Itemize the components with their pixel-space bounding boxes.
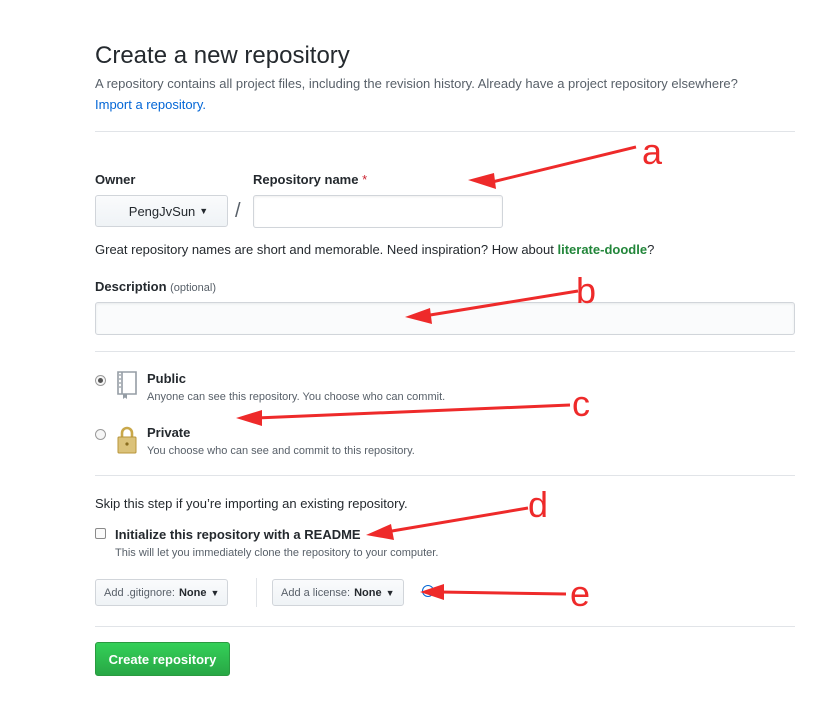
annotation-arrowhead-d xyxy=(366,524,394,540)
name-hint-text: Great repository names are short and mem… xyxy=(95,242,554,257)
page-intro: A repository contains all project files,… xyxy=(95,76,805,91)
private-description: You choose who can see and commit to thi… xyxy=(147,445,415,457)
divider xyxy=(256,578,257,607)
annotation-arrow-c xyxy=(256,405,570,418)
divider xyxy=(95,626,795,627)
gitignore-prefix: Add .gitignore: xyxy=(104,587,175,599)
description-label-text: Description xyxy=(95,279,167,294)
required-mark: * xyxy=(362,172,367,187)
annotation-label-c: c xyxy=(572,383,590,424)
readme-note: This will let you immediately clone the … xyxy=(115,547,438,559)
description-label: Description (optional) xyxy=(95,279,216,294)
owner-separator: / xyxy=(235,200,241,223)
license-dropdown[interactable]: Add a license: None ▼ xyxy=(272,579,404,606)
chevron-down-icon: ▼ xyxy=(386,588,395,598)
name-hint: Great repository names are short and mem… xyxy=(95,242,654,257)
owner-name: PengJvSun xyxy=(129,204,196,219)
repo-name-label: Repository name * xyxy=(253,172,367,187)
page-title: Create a new repository xyxy=(95,42,350,70)
create-repository-button[interactable]: Create repository xyxy=(95,642,230,676)
annotation-arrow-e xyxy=(440,592,566,594)
repo-name-input[interactable] xyxy=(253,195,503,228)
owner-label: Owner xyxy=(95,172,135,187)
description-input[interactable] xyxy=(95,302,795,335)
annotation-arrowhead-a xyxy=(468,173,496,189)
license-value: None xyxy=(354,587,382,599)
readme-checkbox[interactable] xyxy=(95,528,106,539)
private-radio[interactable] xyxy=(95,429,106,440)
private-title: Private xyxy=(147,425,190,440)
annotation-label-a: a xyxy=(642,131,663,172)
annotation-arrow-d xyxy=(386,508,528,532)
name-hint-suffix: ? xyxy=(647,242,654,257)
annotation-label-d: d xyxy=(528,484,548,525)
repo-icon xyxy=(115,370,139,400)
divider xyxy=(95,351,795,352)
name-suggestion[interactable]: literate-doodle xyxy=(557,242,647,257)
chevron-down-icon: ▼ xyxy=(199,206,208,216)
public-title: Public xyxy=(147,371,186,386)
gitignore-value: None xyxy=(179,587,207,599)
optional-note: (optional) xyxy=(170,282,216,294)
annotation-label-e: e xyxy=(570,573,590,614)
skip-note: Skip this step if you’re importing an ex… xyxy=(95,496,408,511)
public-description: Anyone can see this repository. You choo… xyxy=(147,391,445,403)
repo-name-label-text: Repository name xyxy=(253,172,358,187)
divider xyxy=(95,475,795,476)
chevron-down-icon: ▼ xyxy=(210,588,219,598)
annotation-arrowhead-c xyxy=(236,410,262,426)
import-repository-link[interactable]: Import a repository. xyxy=(95,97,206,112)
gitignore-dropdown[interactable]: Add .gitignore: None ▼ xyxy=(95,579,228,606)
owner-dropdown[interactable]: PengJvSun ▼ xyxy=(95,195,228,227)
lock-icon xyxy=(115,424,139,454)
readme-label[interactable]: Initialize this repository with a README xyxy=(115,527,361,542)
license-prefix: Add a license: xyxy=(281,587,350,599)
divider xyxy=(95,131,795,132)
public-radio[interactable] xyxy=(95,375,106,386)
annotation-arrow-a xyxy=(488,147,636,183)
info-icon[interactable] xyxy=(422,585,434,597)
